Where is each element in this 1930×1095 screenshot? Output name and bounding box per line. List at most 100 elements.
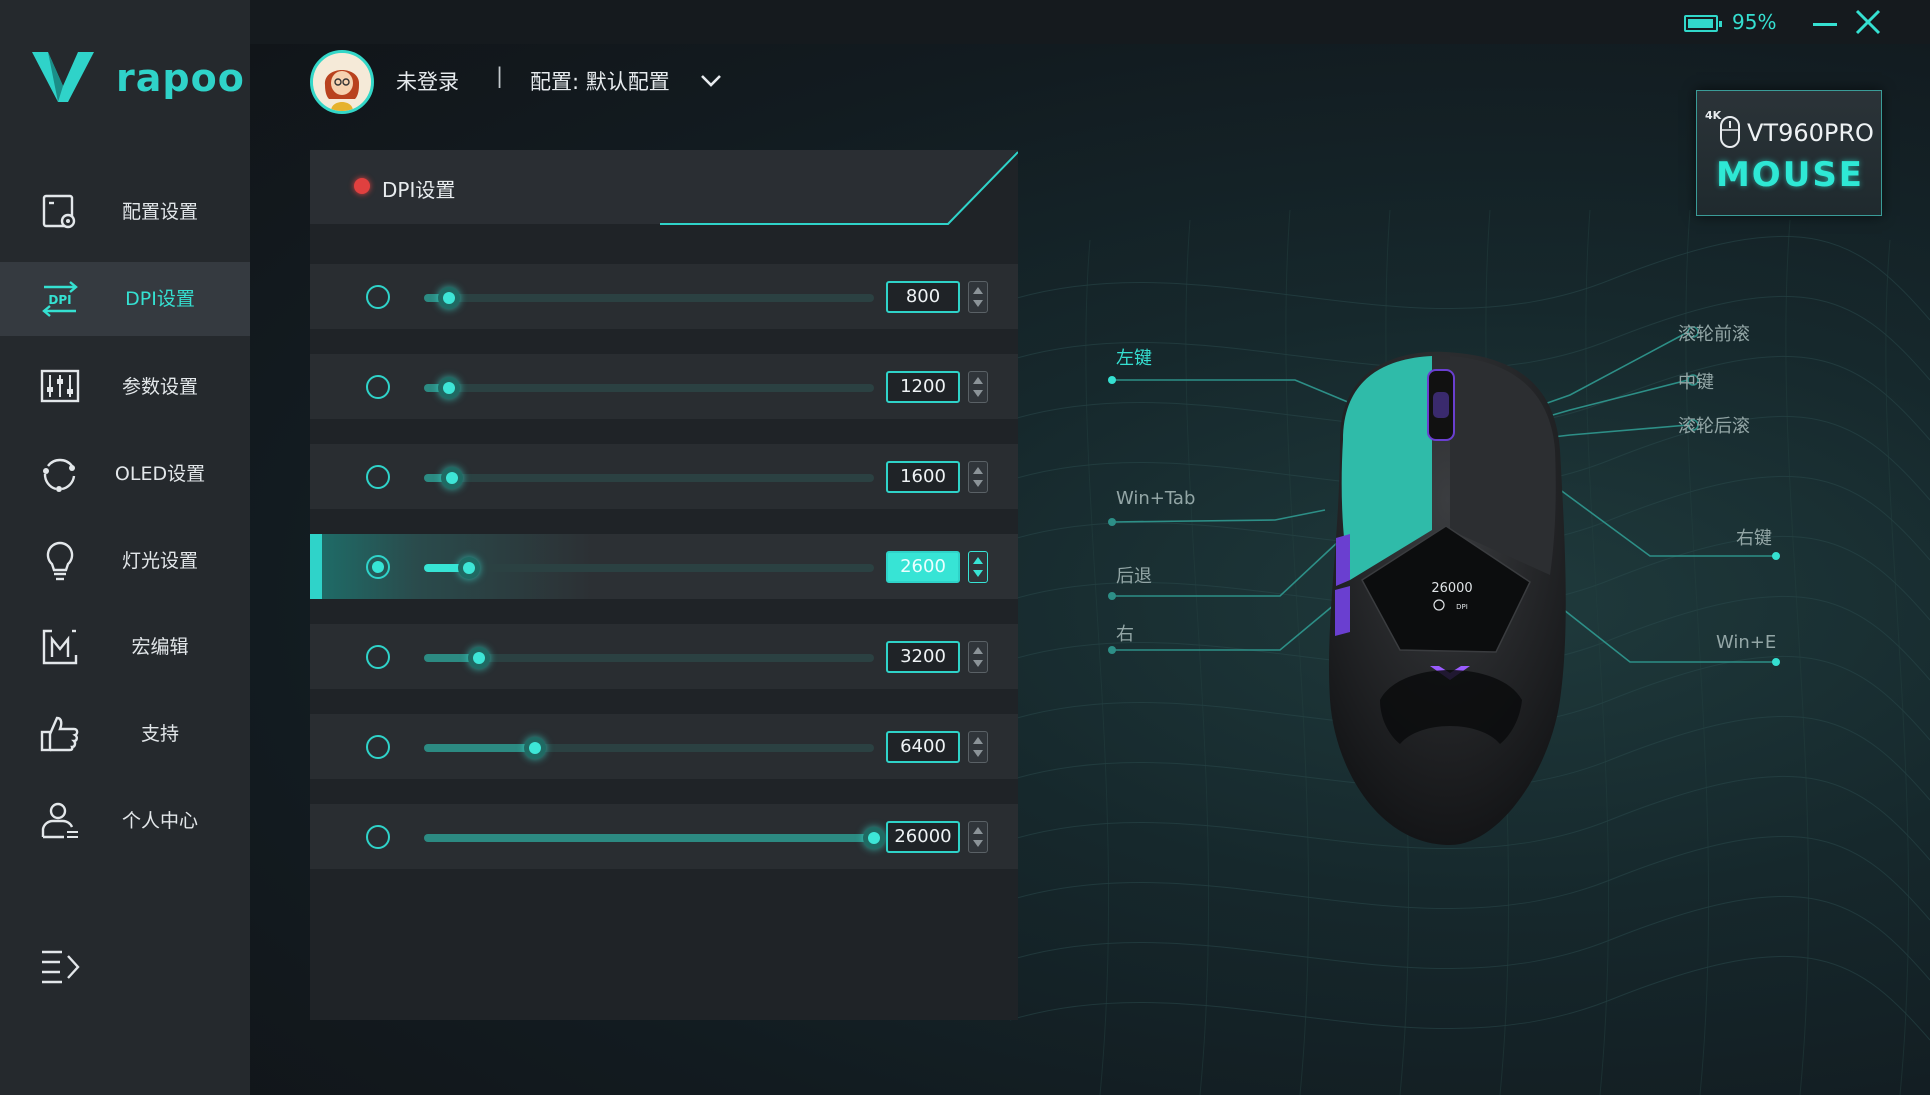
dpi-slider-thumb[interactable]	[458, 557, 480, 579]
dpi-level-radio[interactable]	[366, 375, 390, 399]
dpi-value-input[interactable]: 2600	[886, 551, 960, 583]
label-wheel-forward[interactable]: 滚轮前滚	[1678, 320, 1750, 346]
dpi-slider-thumb[interactable]	[468, 647, 491, 669]
config-dropdown[interactable]: 配置: 默认配置	[530, 66, 670, 96]
sidebar-item-macro[interactable]: 宏编辑	[0, 610, 250, 684]
dpi-slider-fill	[424, 834, 874, 842]
config-settings-icon	[42, 194, 76, 229]
dpi-level-row[interactable]: 6400	[310, 714, 1018, 779]
dpi-level-radio[interactable]	[366, 645, 390, 669]
label-win-e[interactable]: Win+E	[1716, 632, 1776, 653]
dpi-level-radio[interactable]	[366, 735, 390, 759]
dpi-level-radio[interactable]	[366, 825, 390, 849]
dpi-slider-thumb[interactable]	[437, 287, 460, 309]
sidebar-item-support[interactable]: 支持	[0, 697, 250, 771]
label-left-button[interactable]: 左键	[1116, 344, 1152, 370]
stepper-down-icon[interactable]	[973, 570, 983, 577]
battery-icon	[1684, 15, 1722, 32]
header-separator: |	[496, 64, 504, 88]
dpi-slider[interactable]	[424, 647, 874, 669]
stepper-down-icon[interactable]	[973, 390, 983, 397]
sidebar-item-lighting[interactable]: 灯光设置	[0, 524, 250, 598]
stepper-up-icon[interactable]	[973, 827, 983, 834]
stepper-up-icon[interactable]	[973, 377, 983, 384]
sidebar: rapoo 配置设置 DPI DPI设置 参数设置 OLED设置 灯光设置 宏编…	[0, 0, 250, 1095]
dpi-slider[interactable]	[424, 287, 874, 309]
dpi-slider-thumb[interactable]	[437, 377, 460, 399]
dpi-level-radio[interactable]	[366, 285, 390, 309]
stepper-down-icon[interactable]	[973, 660, 983, 667]
dpi-stepper[interactable]	[968, 641, 988, 673]
stepper-up-icon[interactable]	[973, 287, 983, 294]
dpi-stepper[interactable]	[968, 821, 988, 853]
chevron-down-icon[interactable]	[698, 70, 724, 92]
dpi-value-input[interactable]: 3200	[886, 641, 960, 673]
dpi-icon: DPI	[42, 281, 78, 317]
sidebar-item-label: OLED设置	[114, 463, 206, 485]
dpi-level-radio[interactable]	[366, 555, 390, 579]
dpi-level-row[interactable]: 1200	[310, 354, 1018, 419]
dpi-slider-thumb[interactable]	[863, 827, 885, 849]
sidebar-item-oled[interactable]: OLED设置	[0, 437, 250, 511]
dpi-panel-title: DPI设置	[382, 178, 456, 202]
collapse-menu-icon[interactable]	[38, 946, 82, 986]
dpi-stepper[interactable]	[968, 461, 988, 493]
dpi-slider[interactable]	[424, 827, 885, 849]
oled-dpi-value: 26000	[1431, 581, 1472, 596]
dpi-level-row[interactable]: 3200	[310, 624, 1018, 689]
dpi-slider-thumb[interactable]	[440, 467, 463, 489]
sidebar-item-params[interactable]: 参数设置	[0, 350, 250, 424]
sidebar-item-label: DPI设置	[125, 288, 195, 310]
label-win-tab[interactable]: Win+Tab	[1116, 488, 1195, 509]
stepper-up-icon[interactable]	[973, 467, 983, 474]
sidebar-item-config[interactable]: 配置设置	[0, 175, 250, 249]
stepper-down-icon[interactable]	[973, 840, 983, 847]
sidebar-item-profile[interactable]: 个人中心	[0, 784, 250, 858]
dpi-value-input[interactable]: 1600	[886, 461, 960, 493]
dpi-level-row[interactable]: 800	[310, 264, 1018, 329]
stepper-up-icon[interactable]	[973, 557, 983, 564]
dpi-stepper[interactable]	[968, 281, 988, 313]
dpi-value-input[interactable]: 26000	[886, 821, 960, 853]
dpi-panel-header: DPI设置	[310, 150, 1018, 226]
active-indicator	[310, 534, 322, 599]
dpi-level-radio[interactable]	[366, 465, 390, 489]
sidebar-item-label: 宏编辑	[131, 636, 189, 658]
dpi-slider[interactable]	[424, 467, 874, 489]
sidebar-item-label: 支持	[140, 723, 179, 745]
dpi-value-input[interactable]: 800	[886, 281, 960, 313]
dpi-slider-thumb[interactable]	[523, 737, 546, 759]
svg-text:DPI: DPI	[48, 293, 71, 307]
dpi-stepper[interactable]	[968, 371, 988, 403]
dpi-level-row[interactable]: 2600	[310, 534, 1018, 599]
dpi-slider[interactable]	[424, 737, 874, 759]
dpi-slider[interactable]	[424, 557, 874, 579]
sidebar-item-label: 个人中心	[121, 810, 198, 832]
lightbulb-icon	[46, 541, 74, 581]
stepper-down-icon[interactable]	[973, 300, 983, 307]
label-wheel-back[interactable]: 滚轮后滚	[1678, 412, 1750, 438]
dpi-value-input[interactable]: 1200	[886, 371, 960, 403]
dpi-level-row[interactable]: 26000	[310, 804, 1018, 869]
dpi-stepper[interactable]	[968, 731, 988, 763]
sidebar-item-label: 配置设置	[121, 201, 198, 223]
label-right-side[interactable]: 右	[1116, 620, 1134, 646]
dpi-value-input[interactable]: 6400	[886, 731, 960, 763]
label-right-button[interactable]: 右键	[1736, 524, 1772, 550]
stepper-down-icon[interactable]	[973, 480, 983, 487]
stepper-up-icon[interactable]	[973, 737, 983, 744]
dpi-level-row[interactable]: 1600	[310, 444, 1018, 509]
sidebar-item-dpi[interactable]: DPI DPI设置	[0, 262, 250, 336]
label-back[interactable]: 后退	[1116, 562, 1152, 588]
dpi-slider[interactable]	[424, 377, 874, 399]
user-name[interactable]: 未登录	[396, 66, 459, 96]
close-button[interactable]	[1852, 6, 1884, 38]
stepper-up-icon[interactable]	[973, 647, 983, 654]
avatar[interactable]	[310, 50, 374, 114]
stepper-down-icon[interactable]	[973, 750, 983, 757]
dpi-stepper[interactable]	[968, 551, 988, 583]
minimize-button[interactable]	[1810, 8, 1840, 38]
user-avatar-icon	[313, 53, 371, 111]
label-middle-button[interactable]: 中键	[1678, 368, 1714, 394]
device-model-name: VT960PRO	[1747, 119, 1874, 147]
